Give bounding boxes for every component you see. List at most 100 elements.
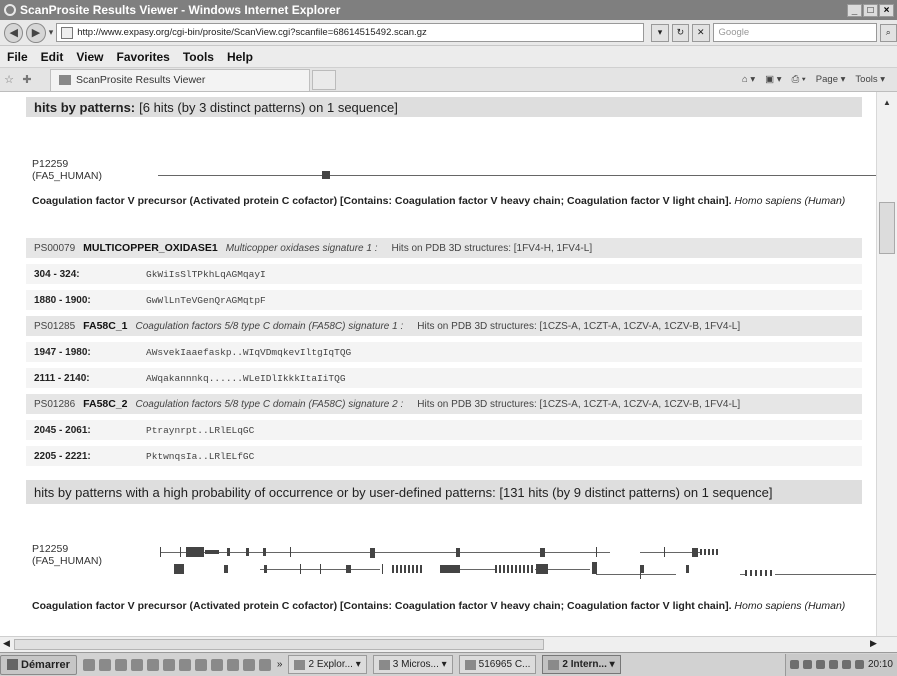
menu-file[interactable]: File [7, 50, 28, 64]
pattern-description: Coagulation factors 5/8 type C domain (F… [135, 320, 404, 332]
forward-button[interactable]: ▶ [26, 22, 46, 43]
search-placeholder: Google [718, 27, 750, 38]
quick-launch-icon[interactable] [258, 658, 271, 671]
feeds-icon[interactable]: ▣ ▾ [765, 74, 781, 85]
sequence-description: Coagulation factor V precursor (Activate… [32, 195, 862, 207]
window-title: ScanProsite Results Viewer - Windows Int… [20, 3, 341, 17]
quick-launch-icon[interactable] [82, 658, 95, 671]
pattern-accession[interactable]: PS00079 [34, 243, 75, 254]
scroll-left-icon[interactable]: ◀ [3, 638, 10, 649]
add-favorites-icon[interactable]: ✚ [18, 73, 36, 86]
tray-icon[interactable] [828, 660, 838, 669]
taskbar-button-document[interactable]: 516965 C... [458, 655, 537, 674]
menu-view[interactable]: View [76, 50, 103, 64]
horizontal-scroll-thumb[interactable] [14, 639, 544, 650]
taskbar-button-label: 2 Intern... ▾ [562, 659, 615, 670]
quick-launch-icon[interactable] [98, 658, 111, 671]
page-icon [61, 26, 74, 39]
sequence-accession[interactable]: P12259 [32, 543, 102, 555]
quick-launch-icon[interactable] [178, 658, 191, 671]
taskbar-button-internet[interactable]: 2 Intern... ▾ [542, 655, 621, 674]
sequence-name: (FA5_HUMAN) [32, 555, 103, 567]
quick-launch-icon[interactable] [242, 658, 255, 671]
taskbar-button-label: 516965 C... [478, 659, 531, 670]
description-text: Coagulation factor V precursor (Activate… [32, 195, 732, 207]
scroll-up-icon[interactable]: ▲ [877, 92, 897, 112]
minimize-button[interactable]: _ [847, 3, 862, 17]
section2-heading: hits by patterns with a high probability… [34, 484, 773, 500]
tray-icon[interactable] [802, 660, 812, 669]
stop-icon[interactable]: ✕ [692, 23, 710, 42]
hit-range: 1880 - 1900: [34, 294, 91, 306]
taskbar-button-word[interactable]: 3 Micros... ▾ [372, 655, 453, 674]
refresh-icon[interactable]: ↻ [671, 23, 690, 42]
back-button[interactable]: ◀ [4, 22, 24, 43]
pdb-structures[interactable]: Hits on PDB 3D structures: [1FV4-H, 1FV4… [391, 243, 592, 254]
pattern-accession[interactable]: PS01285 [34, 321, 75, 332]
pattern-accession[interactable]: PS01286 [34, 399, 75, 410]
menu-favorites[interactable]: Favorites [116, 50, 169, 64]
start-label: Démarrer [21, 658, 70, 671]
hit-range: 2205 - 2221: [34, 450, 91, 462]
page-menu[interactable]: Page ▾ [816, 74, 846, 85]
pattern-row: PS01286 FA58C_2 Coagulation factors 5/8 … [26, 394, 862, 414]
favorites-star-icon[interactable]: ☆ [0, 73, 18, 86]
address-dropdown-icon[interactable]: ▾ [651, 23, 669, 42]
sequence-accession[interactable]: P12259 [32, 158, 102, 170]
sequence-id[interactable]: P12259 (FA5_HUMAN) [32, 158, 102, 182]
quick-launch-icon[interactable] [114, 658, 127, 671]
pdb-structures[interactable]: Hits on PDB 3D structures: [1CZS-A, 1CZT… [417, 399, 740, 410]
more-launch-icon[interactable]: » [277, 659, 283, 670]
word-icon [378, 659, 390, 670]
horizontal-scrollbar[interactable]: ◀ ▶ [0, 636, 897, 652]
pattern-name: MULTICOPPER_OXIDASE1 [83, 242, 218, 254]
sequence-description: Coagulation factor V precursor (Activate… [32, 600, 862, 612]
hit-sequence: AWqakannnkq......WLeIDlIkkkItaIiTQG [146, 372, 346, 384]
quick-launch-icon[interactable] [226, 658, 239, 671]
quick-launch-icon[interactable] [162, 658, 175, 671]
quick-launch-icon[interactable] [130, 658, 143, 671]
sequence-id[interactable]: P12259 (FA5_HUMAN) [32, 543, 102, 567]
quick-launch-icon[interactable] [146, 658, 159, 671]
hit-row: 2205 - 2221: PktwnqsIa..LRlELfGC [26, 446, 862, 466]
quick-launch-icon[interactable] [210, 658, 223, 671]
tray-icon[interactable] [841, 660, 851, 669]
quick-launch-icon[interactable] [194, 658, 207, 671]
menu-help[interactable]: Help [227, 50, 253, 64]
hit-row: 2111 - 2140: AWqakannnkq......WLeIDlIkkk… [26, 368, 862, 388]
hit-range: 2111 - 2140: [34, 372, 90, 384]
maximize-button[interactable]: □ [863, 3, 878, 17]
start-button[interactable]: Démarrer [0, 654, 77, 675]
scroll-right-icon[interactable]: ▶ [870, 638, 877, 649]
new-tab-button[interactable] [312, 69, 336, 90]
close-button[interactable]: × [879, 3, 894, 17]
tools-menu[interactable]: Tools ▾ [855, 74, 885, 85]
url-field[interactable]: http://www.expasy.org/cgi-bin/prosite/Sc… [56, 23, 645, 42]
section-heading-bold: hits by patterns: [34, 99, 136, 115]
home-icon[interactable]: ⌂ ▾ [742, 74, 755, 85]
scroll-thumb[interactable] [879, 202, 895, 254]
search-input[interactable]: Google [712, 23, 877, 42]
vertical-scrollbar[interactable]: ▲ [876, 92, 897, 636]
menu-edit[interactable]: Edit [41, 50, 64, 64]
system-tray: 20:10 [784, 653, 897, 676]
tray-icon[interactable] [789, 660, 799, 669]
pattern-description: Coagulation factors 5/8 type C domain (F… [135, 398, 404, 410]
tray-icon[interactable] [815, 660, 825, 669]
hit-marker[interactable] [322, 171, 330, 179]
clock[interactable]: 20:10 [868, 659, 893, 670]
hit-map [0, 92, 876, 636]
search-icon[interactable]: ⌕ [879, 23, 897, 42]
print-icon[interactable]: ⎙ ▾ [792, 74, 806, 85]
recent-pages-dropdown-icon[interactable]: ▾ [49, 27, 54, 38]
tab-scanprosite[interactable]: ScanProsite Results Viewer [50, 68, 310, 91]
quick-launch [82, 658, 271, 671]
tray-icon[interactable] [854, 660, 864, 669]
pdb-structures[interactable]: Hits on PDB 3D structures: [1CZS-A, 1CZT… [417, 321, 740, 332]
pattern-description: Multicopper oxidases signature 1 : [225, 242, 378, 254]
menu-tools[interactable]: Tools [183, 50, 214, 64]
url-text: http://www.expasy.org/cgi-bin/prosite/Sc… [77, 27, 427, 38]
hit-sequence: GkWiIsSlTPkhLqAGMqayI [146, 268, 266, 280]
taskbar-button-explorer[interactable]: 2 Explor... ▾ [288, 655, 367, 674]
pattern-row: PS00079 MULTICOPPER_OXIDASE1 Multicopper… [26, 238, 862, 258]
